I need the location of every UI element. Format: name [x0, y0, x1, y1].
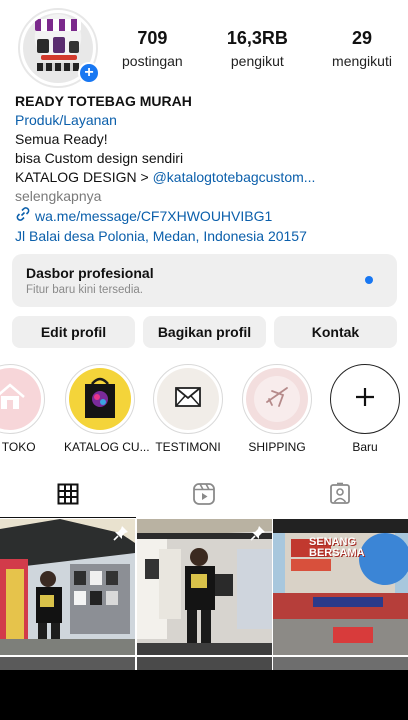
notification-dot-icon	[365, 276, 373, 284]
tote-bag-image	[80, 374, 120, 425]
post-thumbnail[interactable]	[136, 657, 272, 671]
professional-dashboard[interactable]: Dasbor profesional Fitur baru kini terse…	[12, 254, 397, 307]
envelope-icon	[175, 386, 201, 412]
dashboard-title: Dasbor profesional	[26, 265, 154, 281]
website-url: wa.me/message/CF7XHWOUHVIBG1	[35, 208, 273, 224]
tab-posts-grid[interactable]	[0, 476, 136, 518]
house-icon	[0, 382, 27, 417]
post-thumbnail[interactable]	[0, 657, 135, 671]
share-profile-button[interactable]: Bagikan profil	[143, 316, 266, 348]
profile-tabs	[0, 476, 408, 518]
pin-icon	[113, 525, 129, 546]
highlight-katalog[interactable]: KATALOG CU...	[64, 364, 150, 454]
tagged-icon	[328, 482, 352, 511]
highlight-toko[interactable]: AL TOKO	[0, 364, 46, 454]
highlight-shipping[interactable]: SHIPPING	[241, 364, 313, 454]
dashboard-subtitle: Fitur baru kini tersedia.	[26, 284, 143, 296]
pin-icon	[249, 525, 266, 546]
avatar[interactable]: +	[18, 8, 100, 88]
highlight-label: SHIPPING	[248, 440, 306, 454]
catalog-prefix: KATALOG DESIGN >	[15, 169, 153, 185]
airplane-icon	[263, 383, 291, 416]
post-thumbnail[interactable]	[273, 657, 408, 671]
profile-header: + 709 postingan 16,3RB pengikut 29 mengi…	[0, 0, 408, 96]
grid-icon	[57, 483, 79, 510]
profile-name: READY TOTEBAG MURAH	[15, 93, 192, 109]
profile-bio: READY TOTEBAG MURAH Produk/Layanan Semua…	[15, 92, 400, 246]
stat-posts[interactable]: 709 postingan	[122, 28, 183, 69]
reels-icon	[192, 482, 216, 511]
highlight-testimoni[interactable]: TESTIMONI	[152, 364, 224, 454]
tab-reels[interactable]	[136, 476, 272, 516]
profile-category[interactable]: Produk/Layanan	[15, 111, 400, 130]
bio-line-1: Semua Ready!	[15, 131, 108, 147]
post-thumbnail[interactable]: SENANG BERSAMA	[273, 519, 408, 655]
bio-line-2: bisa Custom design sendiri	[15, 150, 184, 166]
edit-profile-button[interactable]: Edit profil	[12, 316, 135, 348]
system-navigation-bar	[0, 670, 408, 720]
highlight-label: Baru	[352, 440, 378, 454]
profile-stats: 709 postingan 16,3RB pengikut 29 mengiku…	[122, 28, 392, 69]
profile-actions: Edit profil Bagikan profil Kontak	[12, 316, 397, 348]
bio-website-link[interactable]: wa.me/message/CF7XHWOUHVIBG1	[15, 206, 400, 227]
highlight-label: AL TOKO	[0, 440, 36, 454]
stat-following[interactable]: 29 mengikuti	[332, 28, 392, 69]
highlight-new[interactable]: Baru	[329, 364, 401, 454]
post-overlay-text: SENANG BERSAMA	[309, 536, 365, 559]
link-icon	[15, 206, 31, 227]
highlight-label: TESTIMONI	[155, 440, 221, 454]
contact-button[interactable]: Kontak	[274, 316, 397, 348]
bio-catalog-line: KATALOG DESIGN > @katalogtotebagcustom..…	[15, 168, 400, 187]
post-thumbnail[interactable]	[0, 519, 135, 655]
posts-grid: SENANG BERSAMA	[0, 519, 408, 671]
catalog-mention-link[interactable]: @katalogtotebagcustom...	[153, 169, 316, 185]
bio-location[interactable]: Jl Balai desa Polonia, Medan, Indonesia …	[15, 227, 400, 246]
highlight-label: KATALOG CU...	[64, 440, 150, 454]
plus-icon	[353, 385, 377, 414]
story-highlights: AL TOKO KATALOG CU... TESTIMONI	[0, 364, 408, 460]
stat-followers[interactable]: 16,3RB pengikut	[227, 28, 288, 69]
tab-tagged[interactable]	[272, 476, 408, 516]
see-more-link[interactable]: selengkapnya	[15, 187, 400, 206]
add-story-icon[interactable]: +	[78, 62, 100, 84]
post-thumbnail[interactable]	[136, 519, 272, 655]
